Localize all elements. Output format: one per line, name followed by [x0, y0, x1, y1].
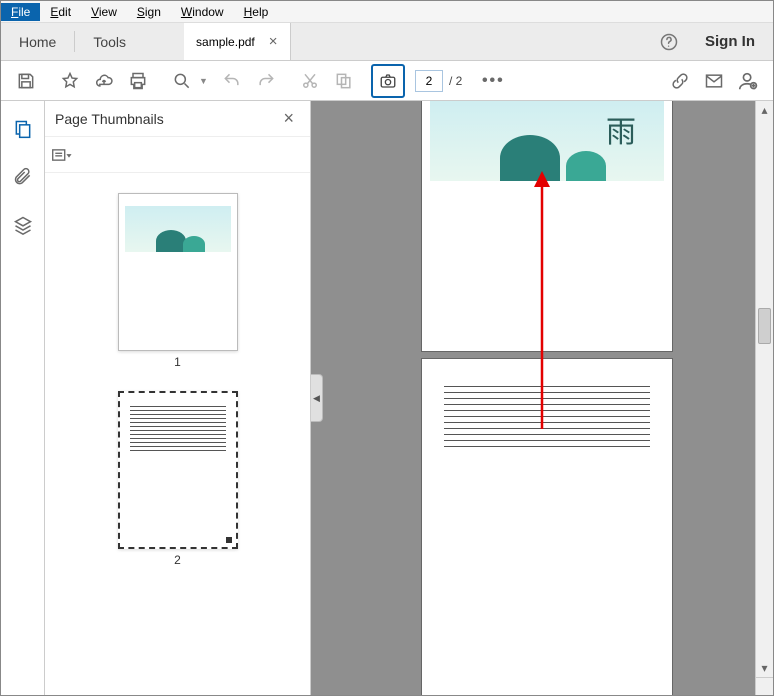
- close-panel-icon[interactable]: ×: [277, 108, 300, 129]
- menu-bar: File Edit View Sign Window Help: [1, 1, 773, 23]
- menu-window[interactable]: Window: [171, 3, 234, 21]
- viewer-scroll-area[interactable]: 雨: [339, 101, 755, 695]
- thumbnail-label: 1: [174, 355, 181, 369]
- document-page-2[interactable]: [422, 359, 672, 695]
- more-tools-icon[interactable]: •••: [476, 64, 510, 98]
- collapse-left-panel-icon[interactable]: ◀: [311, 374, 323, 422]
- thumbnail-page-1[interactable]: 1: [118, 193, 238, 369]
- star-icon[interactable]: [53, 64, 87, 98]
- account-icon[interactable]: [731, 64, 765, 98]
- menu-view[interactable]: View: [81, 3, 127, 21]
- layers-rail-icon[interactable]: [9, 211, 37, 239]
- attachments-rail-icon[interactable]: [9, 163, 37, 191]
- scrollbar-corner: [755, 677, 773, 695]
- redo-icon[interactable]: [249, 64, 283, 98]
- menu-file[interactable]: File: [1, 3, 40, 21]
- email-icon[interactable]: [697, 64, 731, 98]
- tab-document-label: sample.pdf: [196, 35, 255, 49]
- scroll-down-icon[interactable]: ▾: [756, 659, 773, 677]
- menu-help[interactable]: Help: [234, 3, 279, 21]
- document-viewer: ◀ ◀ 雨 ▴ ▾: [311, 101, 773, 695]
- copy-icon[interactable]: [327, 64, 361, 98]
- sign-in-button[interactable]: Sign In: [687, 23, 773, 60]
- left-rail: [1, 101, 45, 695]
- workspace: Page Thumbnails × 1 2 ◀ ◀: [1, 101, 773, 695]
- tab-document[interactable]: sample.pdf ×: [184, 23, 290, 60]
- artwork-text: 雨: [606, 107, 636, 151]
- print-icon[interactable]: [121, 64, 155, 98]
- tab-bar: Home Tools sample.pdf × Sign In: [1, 23, 773, 61]
- document-page-1[interactable]: 雨: [422, 101, 672, 351]
- thumbnail-page-2[interactable]: 2: [118, 391, 238, 567]
- camera-snapshot-icon[interactable]: [371, 64, 405, 98]
- thumbnails-rail-icon[interactable]: [9, 115, 37, 143]
- scroll-up-icon[interactable]: ▴: [756, 101, 773, 119]
- cut-icon[interactable]: [293, 64, 327, 98]
- menu-edit[interactable]: Edit: [40, 3, 81, 21]
- help-icon[interactable]: [651, 23, 687, 60]
- undo-icon[interactable]: [215, 64, 249, 98]
- tab-home[interactable]: Home: [1, 23, 74, 60]
- thumbnails-panel: Page Thumbnails × 1 2: [45, 101, 311, 695]
- share-link-icon[interactable]: [663, 64, 697, 98]
- save-icon[interactable]: [9, 64, 43, 98]
- thumbnail-list[interactable]: 1 2: [45, 173, 310, 695]
- scroll-thumb[interactable]: [758, 308, 771, 344]
- close-tab-icon[interactable]: ×: [269, 33, 278, 50]
- menu-sign[interactable]: Sign: [127, 3, 171, 21]
- cloud-upload-icon[interactable]: [87, 64, 121, 98]
- thumbnails-title: Page Thumbnails: [55, 111, 277, 127]
- page-number-input[interactable]: [415, 70, 443, 92]
- page-total-label: / 2: [443, 74, 466, 88]
- thumbnail-options-icon[interactable]: [51, 145, 75, 165]
- vertical-scrollbar[interactable]: ▴ ▾: [755, 101, 773, 677]
- zoom-icon[interactable]: [165, 64, 199, 98]
- thumbnail-label: 2: [174, 553, 181, 567]
- toolbar: ▼ / 2 •••: [1, 61, 773, 101]
- tab-tools[interactable]: Tools: [75, 23, 144, 60]
